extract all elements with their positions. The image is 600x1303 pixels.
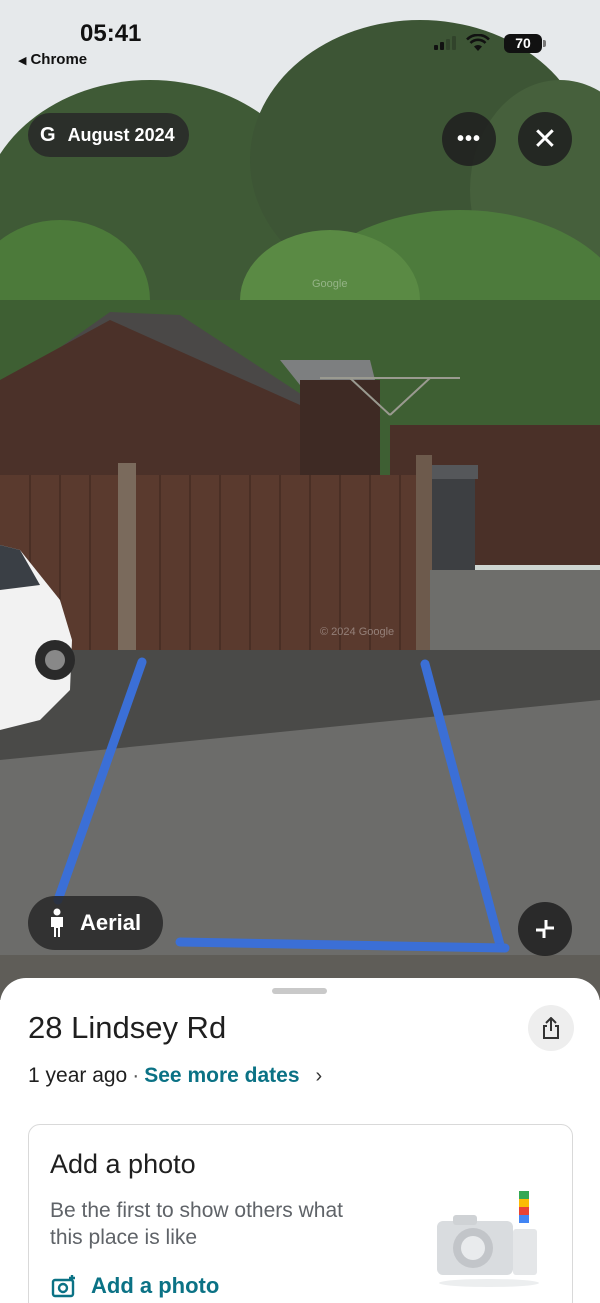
add-photo-card: Add a photo Be the first to show others … bbox=[28, 1124, 573, 1303]
back-app-label: Chrome bbox=[30, 51, 88, 68]
status-icons bbox=[434, 34, 490, 52]
capture-age: 1 year ago bbox=[28, 1064, 128, 1087]
share-icon bbox=[543, 1017, 559, 1039]
add-photo-description: Be the first to show others what this pl… bbox=[50, 1199, 343, 1249]
date-selector-chip[interactable]: G August 2024 bbox=[28, 113, 189, 157]
collapse-arrows-icon bbox=[536, 920, 554, 938]
cellular-signal-icon bbox=[434, 36, 456, 50]
share-button[interactable] bbox=[528, 1005, 574, 1051]
capture-age-row: 1 year ago · See more dates › bbox=[28, 1064, 322, 1088]
add-photo-icon bbox=[51, 1275, 75, 1298]
place-title: 28 Lindsey Rd bbox=[28, 1010, 227, 1045]
camera-illustration-icon bbox=[437, 1191, 539, 1287]
google-g-icon: G bbox=[40, 123, 56, 146]
pegman-icon bbox=[51, 908, 63, 937]
wifi-icon bbox=[466, 34, 490, 51]
close-icon: ✕ bbox=[532, 122, 558, 156]
copyright-watermark: © 2024 Google bbox=[320, 626, 395, 638]
see-more-dates-link[interactable]: See more dates bbox=[144, 1064, 299, 1088]
aerial-view-button[interactable]: Aerial bbox=[28, 896, 164, 950]
close-button[interactable]: ✕ bbox=[518, 112, 572, 166]
separator-dot: · bbox=[132, 1064, 140, 1087]
sheet-drag-handle[interactable] bbox=[272, 988, 327, 994]
status-time: 05:41 bbox=[80, 20, 142, 47]
add-photo-button[interactable]: Add a photo bbox=[51, 1273, 219, 1299]
minimize-view-button[interactable] bbox=[518, 902, 572, 956]
capture-date-label: August 2024 bbox=[67, 124, 175, 145]
chevron-right-icon[interactable]: › bbox=[316, 1065, 323, 1088]
back-to-app-button[interactable]: ◀ Chrome bbox=[18, 51, 87, 68]
battery-indicator: 70 bbox=[504, 34, 546, 53]
add-photo-action-label: Add a photo bbox=[91, 1273, 220, 1298]
google-watermark: Google bbox=[312, 278, 348, 290]
aerial-label: Aerial bbox=[80, 910, 142, 935]
back-triangle-icon: ◀ bbox=[18, 55, 27, 67]
more-horiz-icon: ••• bbox=[456, 127, 481, 150]
add-photo-title: Add a photo bbox=[50, 1149, 196, 1179]
place-bottom-sheet: 28 Lindsey Rd 1 year ago · See more date… bbox=[0, 978, 600, 1303]
street-view-photo[interactable]: 05:41 ◀ Chrome 70 G August 2024 ••• ✕ Goo… bbox=[0, 0, 600, 1000]
more-options-button[interactable]: ••• bbox=[442, 112, 496, 166]
